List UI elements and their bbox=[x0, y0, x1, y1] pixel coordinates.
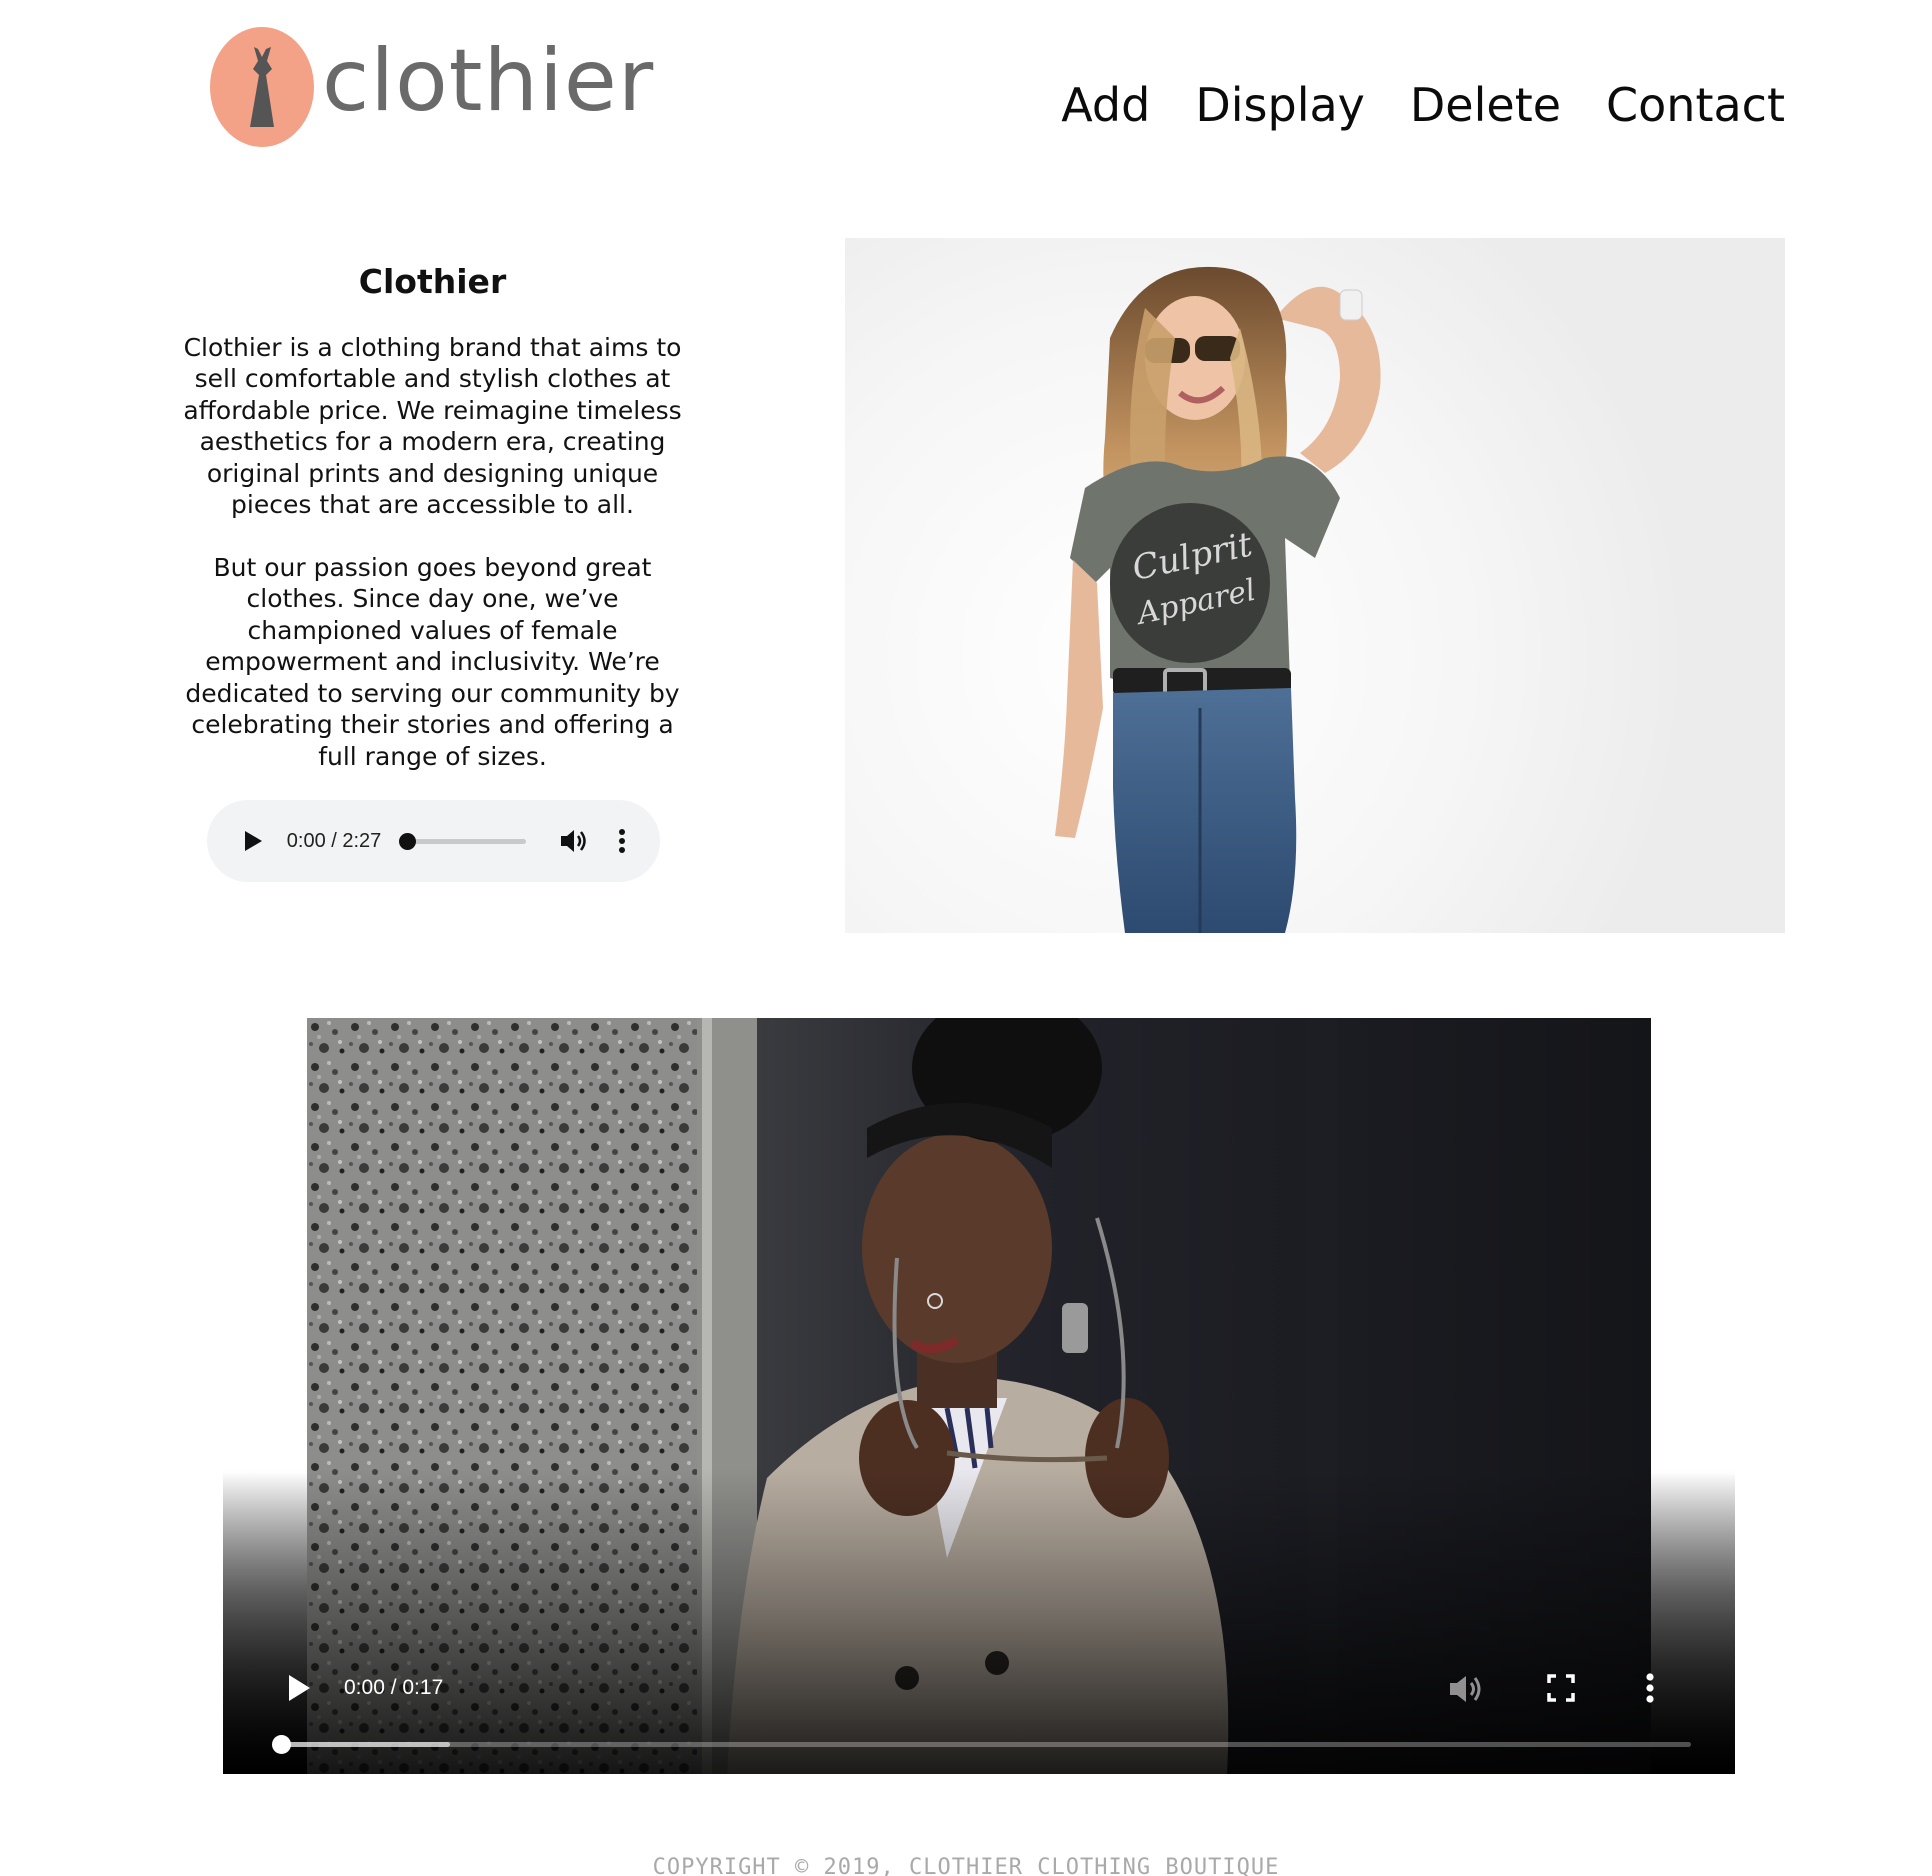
audio-play-button[interactable] bbox=[239, 827, 267, 855]
intro-title: Clothier bbox=[358, 262, 507, 301]
volume-icon bbox=[561, 830, 587, 852]
intro-paragraph-1: Clothier is a clothing brand that aims t… bbox=[183, 332, 682, 520]
play-icon bbox=[244, 831, 262, 851]
video-fullscreen-button[interactable] bbox=[1543, 1670, 1579, 1706]
audio-player: 0:00 / 2:27 bbox=[207, 800, 660, 882]
fullscreen-icon bbox=[1547, 1674, 1575, 1702]
video-seek-knob[interactable] bbox=[272, 1735, 291, 1754]
video-more-button[interactable] bbox=[1639, 1668, 1661, 1708]
play-icon bbox=[289, 1675, 310, 1701]
brand-name: clothier bbox=[322, 31, 655, 131]
main-nav: Add Display Delete Contact bbox=[1061, 82, 1785, 128]
intro-paragraph-2: But our passion goes beyond great clothe… bbox=[185, 552, 680, 771]
brand-logo[interactable]: clothier bbox=[210, 25, 654, 149]
audio-seek-bar[interactable] bbox=[399, 832, 527, 850]
audio-more-button[interactable] bbox=[612, 825, 632, 857]
video-play-button[interactable] bbox=[281, 1670, 317, 1706]
video-volume-button[interactable] bbox=[1445, 1668, 1487, 1710]
nav-display[interactable]: Display bbox=[1195, 82, 1365, 128]
nav-delete[interactable]: Delete bbox=[1410, 82, 1561, 128]
video-buffer-bar bbox=[281, 1742, 451, 1747]
video-player: 0:00 / 0:17 bbox=[223, 1018, 1735, 1774]
video-seek-bar[interactable] bbox=[272, 1735, 1691, 1754]
more-vertical-icon bbox=[619, 829, 626, 853]
volume-icon bbox=[1450, 1676, 1481, 1702]
video-controls-gradient bbox=[223, 1469, 1735, 1774]
dress-icon bbox=[210, 27, 314, 147]
audio-time: 0:00 / 2:27 bbox=[286, 829, 382, 852]
hero-photo: Culprit Apparel bbox=[845, 238, 1785, 933]
footer-copyright: COPYRIGHT © 2019, CLOTHIER CLOTHING BOUT… bbox=[652, 1855, 1280, 1876]
more-vertical-icon bbox=[1646, 1673, 1654, 1703]
video-time: 0:00 / 0:17 bbox=[344, 1676, 444, 1699]
audio-seek-knob[interactable] bbox=[399, 832, 417, 850]
audio-volume-button[interactable] bbox=[558, 825, 590, 857]
nav-add[interactable]: Add bbox=[1061, 82, 1150, 128]
intro-section: Clothier Clothier is a clothing brand th… bbox=[180, 262, 685, 772]
nav-contact[interactable]: Contact bbox=[1606, 82, 1785, 128]
